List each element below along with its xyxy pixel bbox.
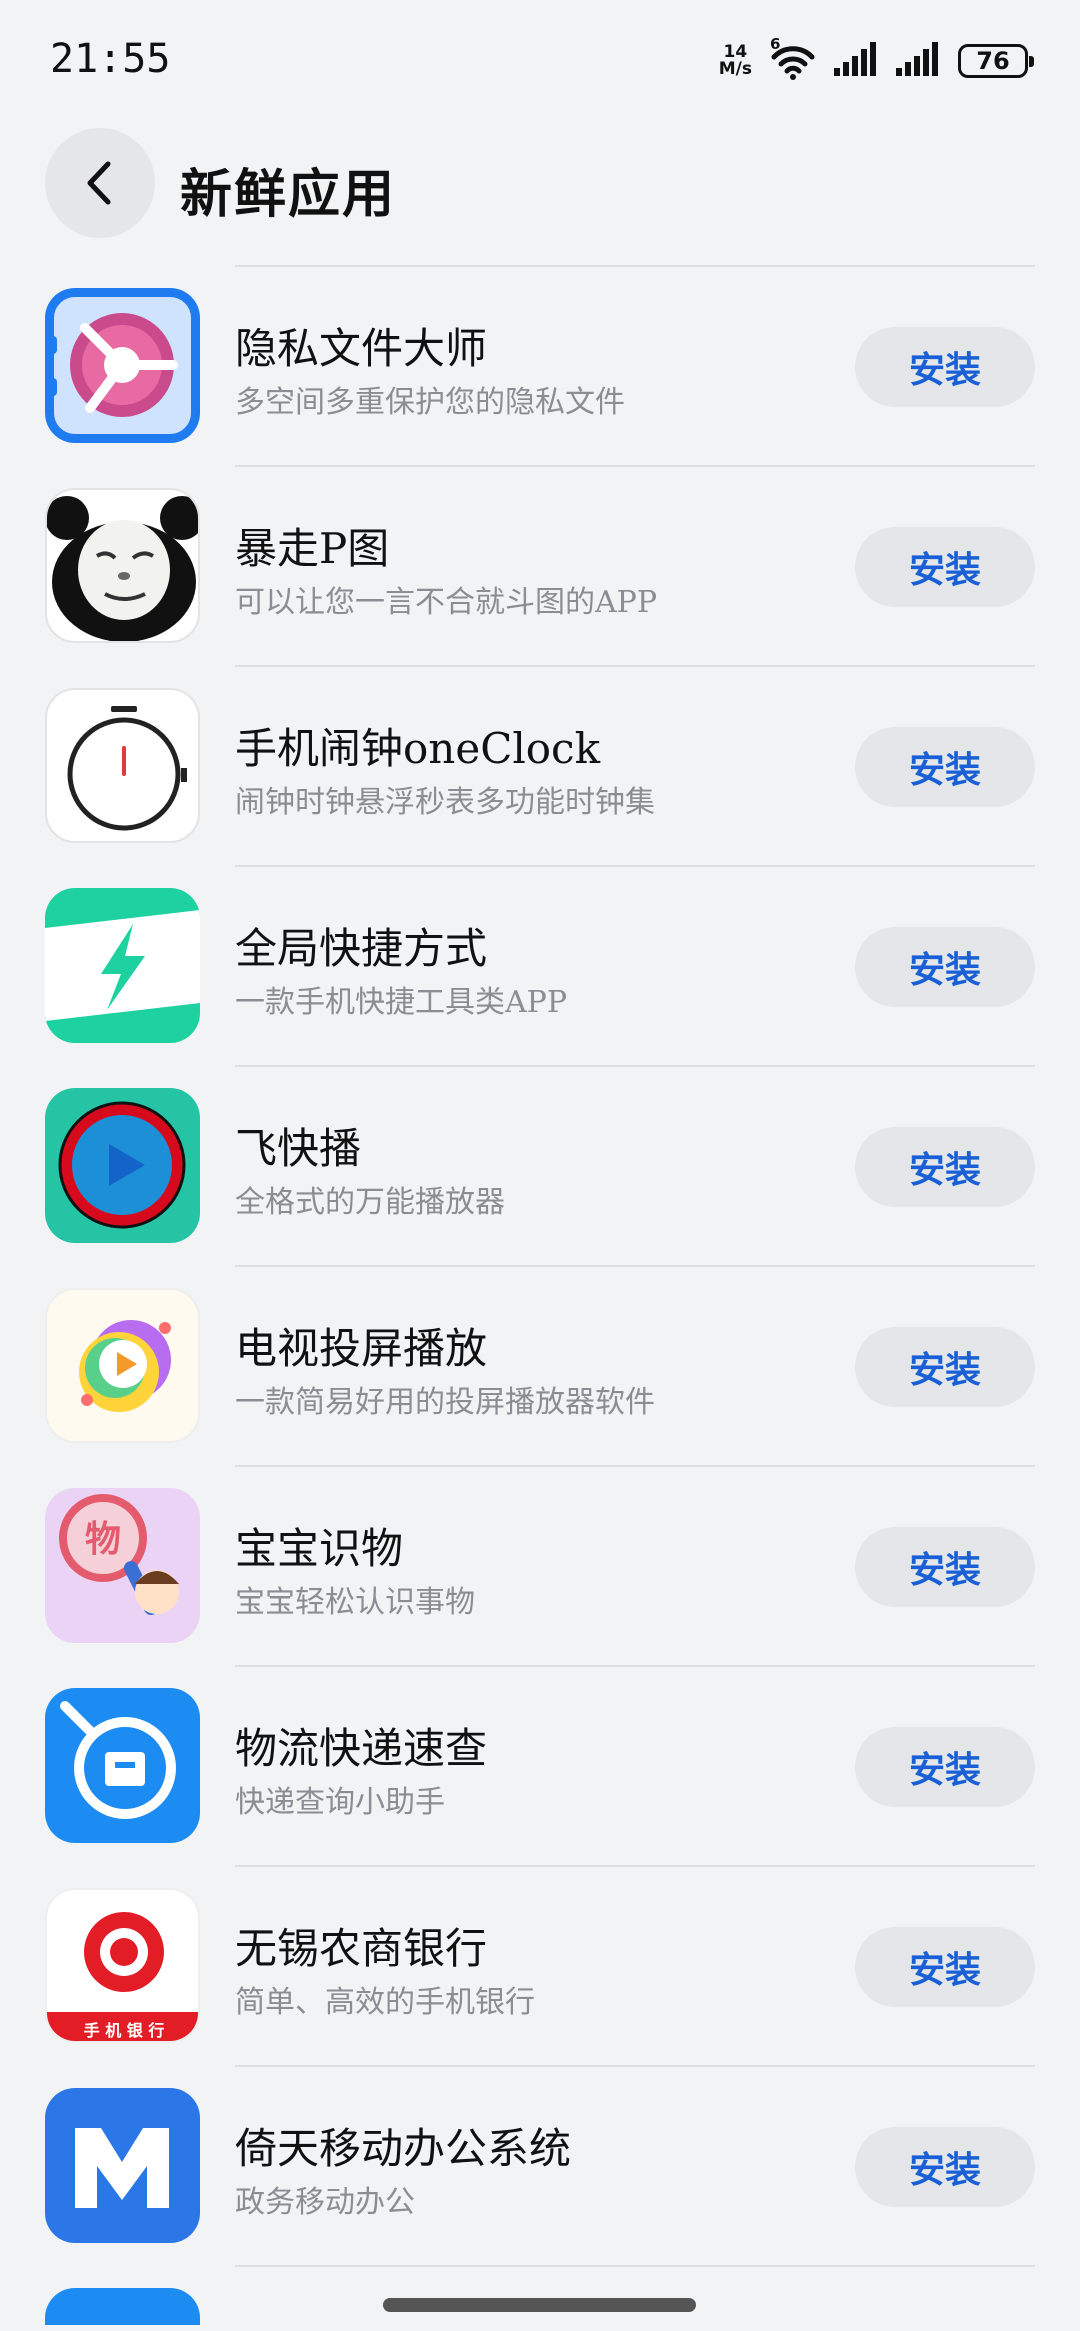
app-row[interactable]: 全局快捷方式 一款手机快捷工具类APP 安装 <box>0 865 1080 1065</box>
safe-dial-icon <box>45 288 200 443</box>
app-description: 政务移动办公 <box>235 2185 415 2220</box>
bank-logo-icon: 手 机 银 行 <box>45 1888 200 2043</box>
magnifier-child-icon: 物 <box>45 1488 200 1643</box>
divider <box>235 1065 1035 1067</box>
app-name: 宝宝识物 <box>235 1524 404 1573</box>
app-row[interactable]: 飞快播 全格式的万能播放器 安装 <box>0 1065 1080 1265</box>
app-row[interactable]: 暴走P图 可以让您一言不合就斗图的APP 安装 <box>0 465 1080 665</box>
app-name: 飞快播 <box>235 1124 362 1173</box>
install-button[interactable]: 安装 <box>855 1927 1035 2007</box>
panda-meme-icon <box>45 488 200 643</box>
app-description: 一款手机快捷工具类APP <box>235 985 568 1020</box>
install-button[interactable]: 安装 <box>855 1127 1035 1207</box>
lightning-icon <box>45 888 200 1043</box>
app-row[interactable]: 物 宝宝识物 宝宝轻松认识事物 安装 <box>0 1465 1080 1665</box>
divider <box>235 465 1035 467</box>
app-row[interactable]: 倚天移动办公系统 政务移动办公 安装 <box>0 2065 1080 2265</box>
divider <box>235 1665 1035 1667</box>
wifi-icon: 6 <box>770 35 816 81</box>
app-name: 倚天移动办公系统 <box>235 2124 572 2173</box>
app-icon-partial <box>45 2288 200 2325</box>
app-row[interactable]: 手 机 银 行 无锡农商银行 简单、高效的手机银行 安装 <box>0 1865 1080 2065</box>
app-row-partial[interactable] <box>0 2265 1080 2325</box>
divider <box>235 2065 1035 2067</box>
app-description: 宝宝轻松认识事物 <box>235 1585 475 1620</box>
m-logo-icon <box>45 2088 200 2243</box>
parcel-search-icon <box>45 1688 200 1843</box>
app-name: 手机闹钟oneClock <box>235 724 601 773</box>
app-name: 无锡农商银行 <box>235 1924 488 1973</box>
battery-icon: 76 <box>958 44 1034 78</box>
app-description: 可以让您一言不合就斗图的APP <box>235 585 658 620</box>
app-row[interactable]: 物流快递速查 快递查询小助手 安装 <box>0 1665 1080 1865</box>
divider <box>235 265 1035 267</box>
divider <box>235 665 1035 667</box>
install-button[interactable]: 安装 <box>855 1727 1035 1807</box>
app-row[interactable]: 电视投屏播放 一款简易好用的投屏播放器软件 安装 <box>0 1265 1080 1465</box>
chevron-left-icon <box>87 161 111 205</box>
cellular-signal-2-icon <box>896 42 940 80</box>
install-button[interactable]: 安装 <box>855 1527 1035 1607</box>
app-list: 隐私文件大师 多空间多重保护您的隐私文件 安装 暴走P图 可以让您一言不合就斗图… <box>0 265 1080 2325</box>
app-name: 隐私文件大师 <box>235 324 488 373</box>
app-name: 物流快递速查 <box>235 1724 488 1773</box>
status-time: 21:55 <box>50 36 171 82</box>
cellular-signal-1-icon <box>834 42 878 80</box>
app-name: 全局快捷方式 <box>235 924 488 973</box>
install-button[interactable]: 安装 <box>855 927 1035 1007</box>
status-bar: 21:55 14 M/s 6 76 <box>0 0 1080 120</box>
install-button[interactable]: 安装 <box>855 1327 1035 1407</box>
install-button[interactable]: 安装 <box>855 727 1035 807</box>
status-icons: 14 M/s 6 76 <box>719 35 1034 86</box>
app-description: 全格式的万能播放器 <box>235 1185 505 1220</box>
header: 新鲜应用 <box>0 120 1080 260</box>
app-name: 电视投屏播放 <box>235 1324 488 1373</box>
network-type-label: 6 <box>770 35 781 53</box>
page-title: 新鲜应用 <box>180 164 397 225</box>
divider <box>235 2265 1035 2267</box>
divider <box>235 1465 1035 1467</box>
stopwatch-icon <box>45 688 200 843</box>
play-ring-icon <box>45 1088 200 1243</box>
app-name: 暴走P图 <box>235 524 390 573</box>
install-button[interactable]: 安装 <box>855 327 1035 407</box>
bank-logo-caption: 手 机 银 行 <box>84 2021 165 2040</box>
network-speed: 14 M/s <box>719 44 752 78</box>
install-button[interactable]: 安装 <box>855 2127 1035 2207</box>
app-row[interactable]: 隐私文件大师 多空间多重保护您的隐私文件 安装 <box>0 265 1080 465</box>
app-description: 多空间多重保护您的隐私文件 <box>235 385 625 420</box>
battery-level: 76 <box>976 47 1010 75</box>
app-description: 一款简易好用的投屏播放器软件 <box>235 1385 655 1420</box>
network-speed-unit: M/s <box>718 59 752 79</box>
app-description: 闹钟时钟悬浮秒表多功能时钟集 <box>235 785 655 820</box>
install-button[interactable]: 安装 <box>855 527 1035 607</box>
divider <box>235 1865 1035 1867</box>
back-button[interactable] <box>45 128 155 238</box>
app-description: 快递查询小助手 <box>235 1785 445 1820</box>
app-description: 简单、高效的手机银行 <box>235 1985 535 2020</box>
app-row[interactable]: 手机闹钟oneClock 闹钟时钟悬浮秒表多功能时钟集 安装 <box>0 665 1080 865</box>
divider <box>235 1265 1035 1267</box>
divider <box>235 865 1035 867</box>
screencast-play-icon <box>45 1288 200 1443</box>
home-indicator[interactable] <box>383 2298 696 2312</box>
magnifier-char: 物 <box>85 1518 121 1560</box>
